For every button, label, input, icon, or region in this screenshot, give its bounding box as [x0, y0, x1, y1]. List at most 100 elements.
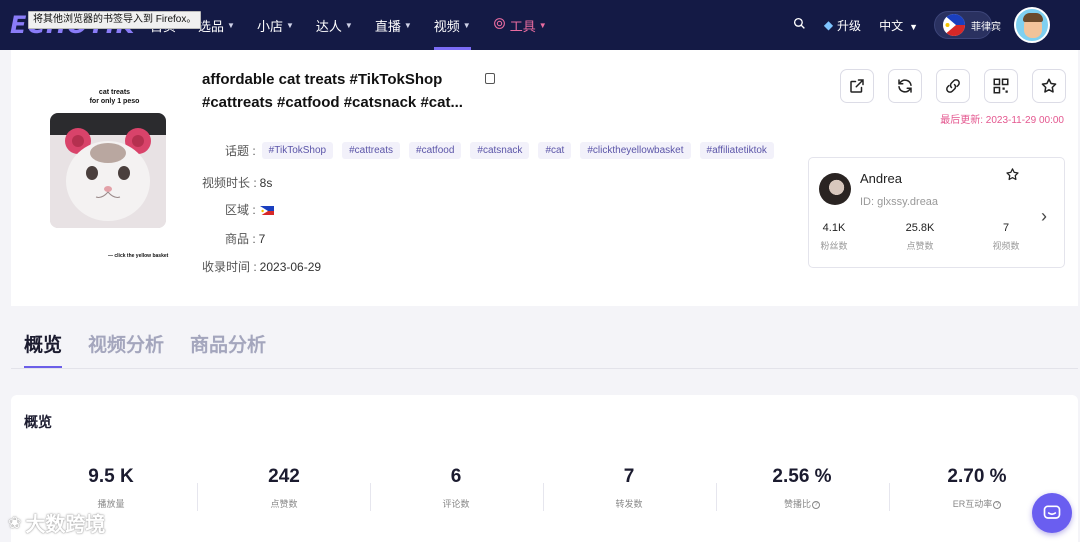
products-row: 商品 : 7 [225, 230, 265, 247]
metric-label: 转发数 [615, 499, 643, 509]
topics-label: 话题 : [225, 144, 256, 158]
qr-code-button[interactable] [984, 69, 1018, 103]
help-icon[interactable]: ? [993, 500, 1002, 509]
star-icon [1041, 78, 1057, 93]
open-external-button[interactable] [840, 69, 874, 103]
tab-video-analysis[interactable]: 视频分析 [88, 330, 164, 368]
nav-item-tools[interactable]: 工具 ▼ [493, 0, 547, 50]
upgrade-button[interactable]: ◆ 升级 [824, 17, 861, 34]
topic-tag[interactable]: #cattreats [342, 142, 401, 159]
help-icon[interactable]: ? [812, 500, 820, 509]
tab-divider [11, 368, 1078, 369]
nav-item-influencers[interactable]: 达人 ▼ [316, 0, 353, 50]
caret-down-icon: ▼ [909, 21, 918, 32]
nav-item-label: 达人 [315, 18, 342, 34]
link-icon [946, 79, 960, 93]
region-select[interactable]: 菲律宾 [934, 11, 1001, 39]
stat-label: 点赞数 [906, 241, 934, 251]
chat-support-button[interactable] [1032, 493, 1072, 533]
collected-label: 收录时间 : [202, 260, 257, 274]
language-select[interactable]: 中文 ▼ [879, 17, 918, 34]
nav-item-label: 工具 [509, 18, 536, 34]
collected-row: 收录时间 : 2023-06-29 [202, 258, 321, 275]
action-buttons [840, 69, 1080, 103]
link-button[interactable] [936, 69, 970, 103]
watermark: ❀ 大数跨境 [8, 508, 105, 537]
duration-row: 视频时长 : 8s [202, 174, 272, 191]
overview-card: 概览 9.5 K 播放量 242 点赞数 6 评论数 7 转发数 2.56 % … [11, 395, 1078, 542]
topic-tag[interactable]: #TikTokShop [261, 142, 334, 159]
region-row: 区域 : [225, 201, 274, 218]
author-stat-followers: 4.1K 粉丝数 [804, 222, 864, 252]
chevron-down-icon: ▼ [227, 20, 235, 30]
stat-value: 4.1K [822, 222, 846, 234]
avatar-hair [1023, 13, 1043, 22]
search-icon[interactable] [793, 17, 806, 33]
nav-item-label: 选品 [198, 18, 225, 34]
author-id: ID: glxssy.dreaa [860, 196, 939, 208]
products-value: 7 [258, 231, 266, 246]
metric-label-wrap: 评论数 [370, 497, 542, 510]
philippines-flag-icon [943, 14, 965, 36]
overview-title: 概览 [24, 414, 52, 430]
nav-item-live[interactable]: 直播 ▼ [375, 0, 412, 50]
video-title-line: #cattreats #catfood #catsnack #cat... [202, 94, 463, 111]
favorite-button[interactable] [1032, 69, 1066, 103]
topics-row: 话题 : #TikTokShop #cattreats #catfood #ca… [202, 142, 783, 159]
user-avatar[interactable] [1014, 7, 1050, 43]
nav-item-label: 直播 [374, 18, 401, 34]
openai-icon [493, 17, 506, 33]
author-stat-likes: 25.8K 点赞数 [890, 222, 950, 252]
metric-label-wrap: 赞播比? [716, 497, 888, 510]
upgrade-label: 升级 [837, 18, 862, 33]
metric-value: 242 [268, 466, 300, 487]
cat-image [50, 113, 166, 228]
video-thumbnail[interactable]: cat treats for only 1 peso — click the ye… [50, 88, 179, 268]
chevron-down-icon: ▼ [344, 20, 353, 30]
duration-value: 8s [259, 175, 273, 190]
topic-tag[interactable]: #catsnack [470, 142, 530, 159]
thumbnail-bottom-text: — click the yellow basket [108, 253, 169, 259]
region-label: 菲律宾 [971, 21, 1001, 33]
video-title-line: affordable cat treats #TikTokShop [202, 71, 443, 88]
star-icon[interactable] [1005, 167, 1020, 187]
thumbnail-caption: cat treats for only 1 peso [50, 88, 179, 106]
chevron-right-icon[interactable]: › [1041, 206, 1047, 227]
tab-product-analysis[interactable]: 商品分析 [190, 330, 266, 368]
metric-divider [889, 483, 890, 511]
nav-right: ◆ 升级 中文 ▼ 菲律宾 [793, 0, 1080, 50]
stat-value: 7 [1002, 222, 1010, 234]
metric-likes: 242 点赞数 [198, 466, 370, 510]
metric-label-wrap: 点赞数 [198, 497, 370, 510]
topic-tag[interactable]: #clicktheyellowbasket [580, 142, 691, 159]
topic-tag[interactable]: #cat [538, 142, 572, 159]
video-header-card: cat treats for only 1 peso — click the ye… [11, 50, 1078, 306]
topic-tag[interactable]: #catfood [409, 142, 462, 159]
thumbnail-caption-line: for only 1 peso [89, 98, 140, 105]
author-stat-videos: 7 视频数 [976, 222, 1036, 252]
nav-item-product-selection[interactable]: 选品 ▼ [198, 0, 235, 50]
metric-label: 评论数 [442, 499, 470, 509]
metric-comments: 6 评论数 [370, 466, 542, 510]
last-updated: 最后更新: 2023-11-29 00:00 [940, 115, 1064, 126]
metric-value: 2.56 % [772, 466, 832, 487]
collected-value: 2023-06-29 [259, 259, 322, 274]
metric-label-wrap: 转发数 [543, 497, 715, 510]
author-name: Andrea [860, 171, 902, 186]
metric-value: 9.5 K [88, 466, 134, 487]
refresh-button[interactable] [888, 69, 922, 103]
author-card[interactable]: Andrea ID: glxssy.dreaa › 4.1K 粉丝数 25.8K… [808, 157, 1065, 268]
copy-icon[interactable] [485, 73, 495, 84]
chevron-down-icon: ▼ [285, 20, 294, 30]
nav-item-shops[interactable]: 小店 ▼ [257, 0, 294, 50]
tab-overview[interactable]: 概览 [24, 330, 63, 368]
metric-views: 9.5 K 播放量 [25, 466, 197, 510]
topic-tag[interactable]: #affiliatetiktok [699, 142, 774, 159]
video-title: affordable cat treats #TikTokShop #cattr… [202, 68, 482, 114]
external-link-icon [850, 79, 864, 93]
chevron-down-icon: ▼ [403, 20, 412, 30]
nav-item-videos[interactable]: 视频 ▼ [433, 0, 471, 50]
chevron-down-icon: ▼ [538, 20, 547, 30]
metric-value: 6 [450, 466, 462, 487]
metric-value: 7 [623, 466, 635, 487]
